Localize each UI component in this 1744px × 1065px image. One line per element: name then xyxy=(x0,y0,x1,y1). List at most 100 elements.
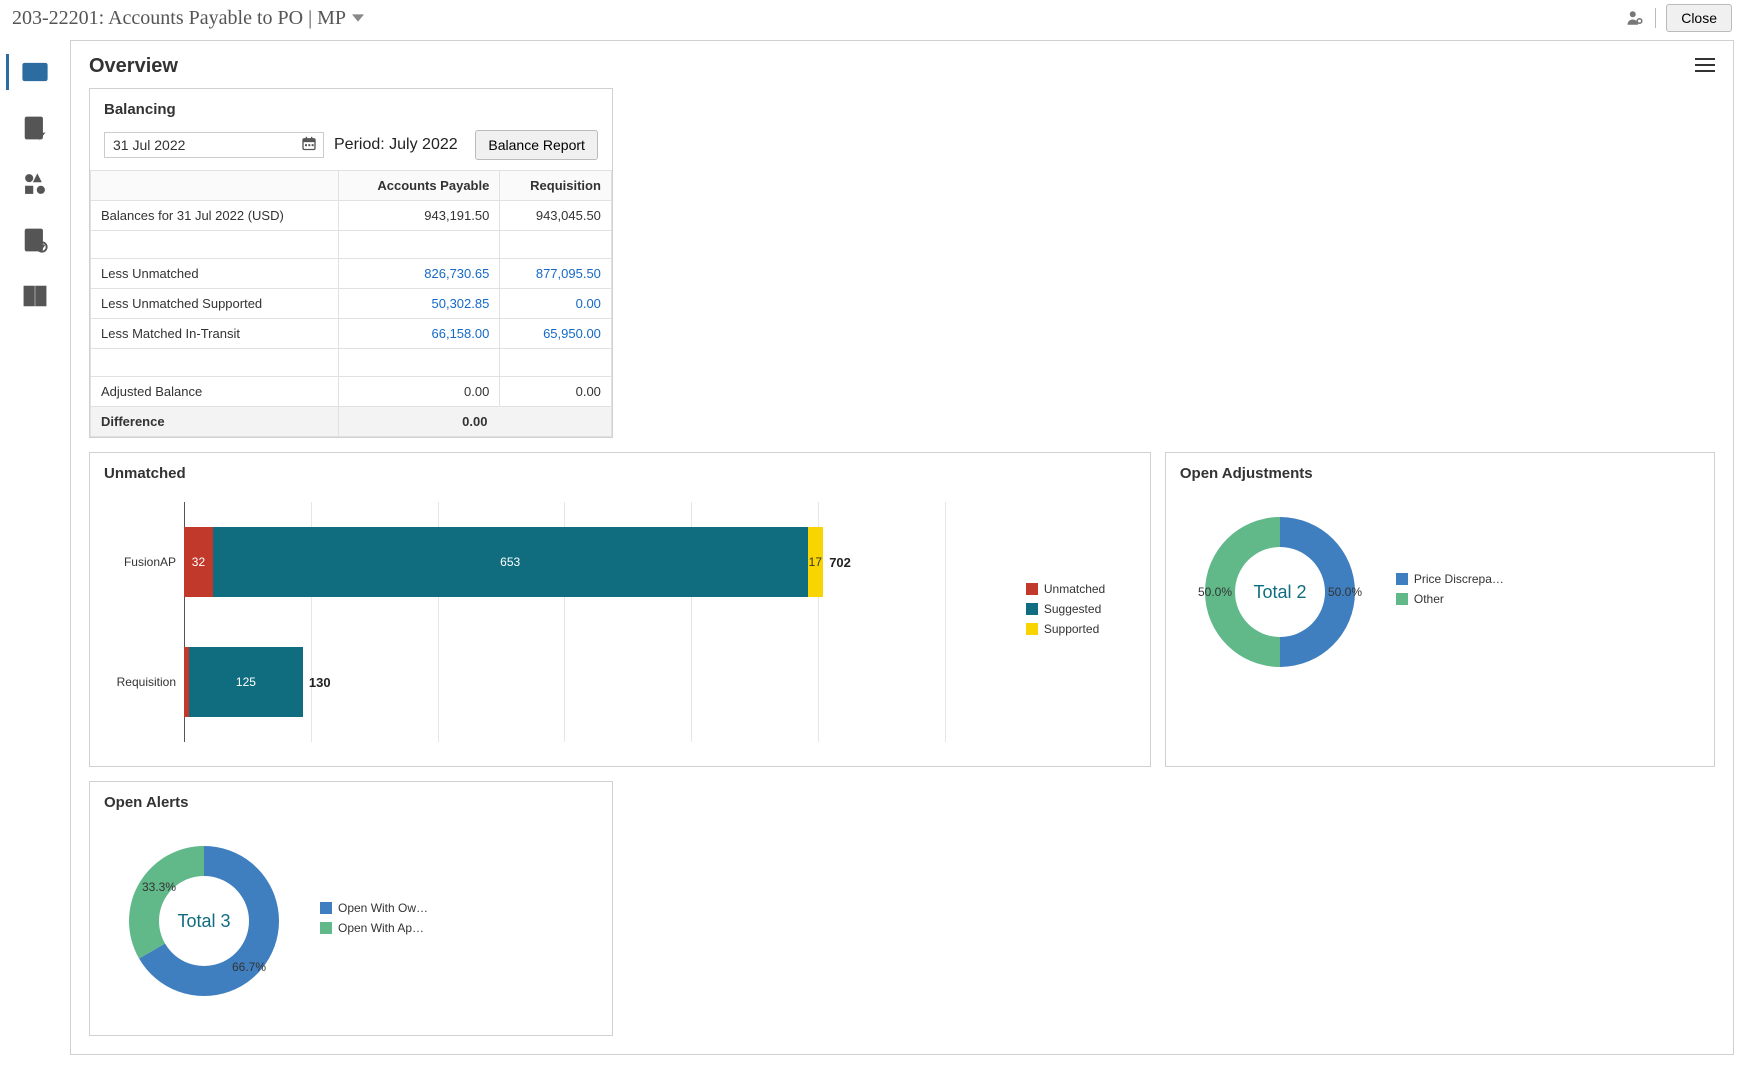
period-label: Period: July 2022 xyxy=(334,136,458,154)
page-title[interactable]: 203-22201: Accounts Payable to PO | MP xyxy=(12,7,364,30)
table-header-row: Accounts Payable Requisition xyxy=(91,171,612,201)
row-label: Less Matched In-Transit xyxy=(91,319,339,349)
balancing-date-field[interactable]: 31 Jul 2022 xyxy=(104,132,324,158)
cell-value-link[interactable]: 877,095.50 xyxy=(500,259,612,289)
user-settings-icon[interactable] xyxy=(1625,8,1645,28)
donut-pct-label: 50.0% xyxy=(1328,585,1362,599)
swatch-icon xyxy=(1026,623,1038,635)
legend-item[interactable]: Unmatched xyxy=(1026,582,1136,596)
side-nav xyxy=(0,40,70,1065)
swatch-icon xyxy=(320,902,332,914)
cell-value: 0.00 xyxy=(500,377,612,407)
bar-segment-unmatched[interactable]: 32 xyxy=(184,527,213,597)
calendar-icon xyxy=(301,136,317,155)
table-row xyxy=(91,349,612,377)
col-header: Accounts Payable xyxy=(338,171,500,201)
donut-slice[interactable] xyxy=(129,846,204,959)
cell-value: 943,045.50 xyxy=(500,201,612,231)
document-bolt-icon xyxy=(21,114,49,142)
legend-item[interactable]: Open With Ow… xyxy=(320,901,428,915)
donut-center-label: Total 3 xyxy=(177,911,230,931)
swatch-icon xyxy=(1026,603,1038,615)
swatch-icon xyxy=(1396,573,1408,585)
open-alerts-chart[interactable]: Total 3 66.7% 33.3% xyxy=(104,821,304,1021)
balance-report-button[interactable]: Balance Report xyxy=(475,130,598,160)
row-label: Less Unmatched Supported xyxy=(91,289,339,319)
title-bar-actions: Close xyxy=(1625,4,1732,32)
legend-item[interactable]: Supported xyxy=(1026,622,1136,636)
unmatched-bar-chart[interactable]: FusionAP 32 653 17 702 Requisition xyxy=(104,492,1010,752)
legend-label: Other xyxy=(1414,592,1444,606)
open-adjustments-chart[interactable]: Total 2 50.0% 50.0% xyxy=(1180,492,1380,692)
bar-legend: Unmatched Suggested Supported xyxy=(1026,492,1136,642)
table-row: Less Unmatched 826,730.65 877,095.50 xyxy=(91,259,612,289)
bar-segment-suggested[interactable]: 653 xyxy=(213,527,808,597)
donut-pct-label: 50.0% xyxy=(1198,585,1232,599)
content-panel: Overview Unmatched xyxy=(70,40,1734,1055)
legend-label: Open With Ap… xyxy=(338,921,424,935)
col-header xyxy=(91,171,339,201)
table-row xyxy=(91,231,612,259)
card-title: Balancing xyxy=(104,101,598,118)
swatch-icon xyxy=(320,922,332,934)
table-row: Less Matched In-Transit 66,158.00 65,950… xyxy=(91,319,612,349)
difference-label: Difference xyxy=(91,407,339,437)
bar-category-label: Requisition xyxy=(104,675,184,689)
cell-value: 943,191.50 xyxy=(338,201,500,231)
close-button[interactable]: Close xyxy=(1666,4,1732,32)
bar-category-label: FusionAP xyxy=(104,555,184,569)
nav-journals[interactable] xyxy=(0,282,70,310)
legend-item[interactable]: Other xyxy=(1396,592,1504,606)
bar-segment-supported[interactable]: 17 xyxy=(808,527,824,597)
legend-item[interactable]: Price Discrepa… xyxy=(1396,572,1504,586)
nav-matching[interactable] xyxy=(0,170,70,198)
section-heading: Overview xyxy=(89,55,178,78)
card-balancing: Balancing 31 Jul 2022 Period: July 2022 … xyxy=(89,88,613,438)
card-unmatched: Unmatched FusionAP xyxy=(89,452,1151,767)
legend-item[interactable]: Open With Ap… xyxy=(320,921,428,935)
legend-label: Price Discrepa… xyxy=(1414,572,1504,586)
balancing-date-value: 31 Jul 2022 xyxy=(113,137,185,153)
card-title: Open Adjustments xyxy=(1180,465,1700,482)
table-footer-row: Difference 0.00 xyxy=(91,407,612,437)
nav-approvals[interactable] xyxy=(0,226,70,254)
donut-pct-label: 66.7% xyxy=(232,960,266,974)
page-title-text: 203-22201: Accounts Payable to PO | MP xyxy=(12,7,346,30)
legend-label: Suggested xyxy=(1044,602,1101,616)
col-header: Requisition xyxy=(500,171,612,201)
card-open-adjustments: Open Adjustments Total 2 50.0% 50.0% Pri… xyxy=(1165,452,1715,767)
nav-overview[interactable] xyxy=(0,58,70,86)
separator xyxy=(1655,8,1656,28)
row-label: Balances for 31 Jul 2022 (USD) xyxy=(91,201,339,231)
legend-label: Open With Ow… xyxy=(338,901,428,915)
dashboard-icon xyxy=(21,58,49,86)
swatch-icon xyxy=(1396,593,1408,605)
document-check-icon xyxy=(21,226,49,254)
panel-menu-button[interactable] xyxy=(1695,57,1715,76)
row-label: Adjusted Balance xyxy=(91,377,339,407)
nav-transactions[interactable] xyxy=(0,114,70,142)
legend-item[interactable]: Suggested xyxy=(1026,602,1136,616)
table-row: Less Unmatched Supported 50,302.85 0.00 xyxy=(91,289,612,319)
bar-segment-suggested[interactable]: 125 xyxy=(189,647,303,717)
card-title: Open Alerts xyxy=(104,794,598,811)
card-open-alerts: Open Alerts Total 3 66.7% 33.3% xyxy=(89,781,613,1036)
bar-total: 702 xyxy=(829,555,851,570)
donut-legend: Price Discrepa… Other xyxy=(1396,572,1504,612)
table-row: Balances for 31 Jul 2022 (USD) 943,191.5… xyxy=(91,201,612,231)
legend-label: Supported xyxy=(1044,622,1099,636)
hamburger-icon xyxy=(1695,57,1715,73)
card-title: Unmatched xyxy=(104,465,1136,482)
swatch-icon xyxy=(1026,583,1038,595)
cell-value-link[interactable]: 0.00 xyxy=(500,289,612,319)
title-bar: 203-22201: Accounts Payable to PO | MP C… xyxy=(0,0,1744,40)
table-row: Adjusted Balance 0.00 0.00 xyxy=(91,377,612,407)
donut-center-label: Total 2 xyxy=(1253,582,1306,602)
cell-value-link[interactable]: 50,302.85 xyxy=(338,289,500,319)
cell-value-link[interactable]: 66,158.00 xyxy=(338,319,500,349)
donut-pct-label: 33.3% xyxy=(142,880,176,894)
ledger-icon xyxy=(21,282,49,310)
cell-value-link[interactable]: 65,950.00 xyxy=(500,319,612,349)
cell-value-link[interactable]: 826,730.65 xyxy=(338,259,500,289)
cell-value: 0.00 xyxy=(338,377,500,407)
